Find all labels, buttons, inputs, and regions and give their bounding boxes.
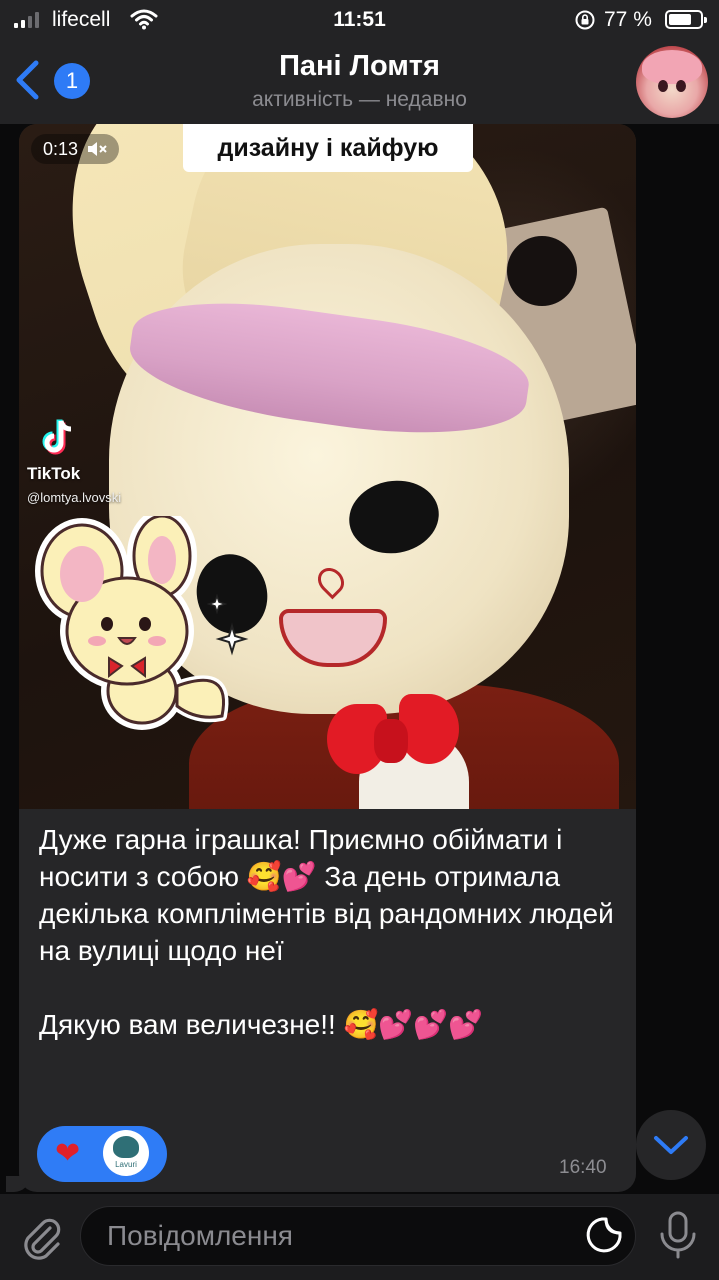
telegram-chat-screen: lifecell 11:51 77 % 1 Пані Ломтя активні… [0, 0, 719, 1280]
scroll-to-bottom-button[interactable] [636, 1110, 706, 1180]
contact-avatar[interactable] [636, 46, 708, 118]
mouse-sticker [35, 516, 249, 730]
chat-area[interactable]: 0:13 дизайну і кайфую TikTok @lomtya.lvo… [0, 124, 719, 1194]
message-bubble[interactable]: 0:13 дизайну і кайфую TikTok @lomtya.lvo… [19, 124, 636, 1192]
mute-icon [88, 142, 107, 156]
reactor-brand: Lavuri [115, 1160, 137, 1169]
chat-header: 1 Пані Ломтя активність — недавно [0, 40, 719, 124]
battery-percent: 77 % [604, 8, 652, 31]
message-input[interactable]: Повідомлення [80, 1206, 636, 1266]
reaction-chip[interactable]: ❤ Lavuri [37, 1126, 167, 1182]
sticker-icon[interactable] [584, 1215, 624, 1255]
rotation-lock-icon [574, 9, 596, 37]
chat-last-seen: активність — недавно [252, 88, 467, 111]
battery-icon [665, 10, 707, 29]
message-input-placeholder: Повідомлення [107, 1220, 293, 1251]
status-bar: lifecell 11:51 77 % [0, 0, 719, 40]
chat-title[interactable]: Пані Ломтя [0, 50, 719, 83]
composer-bar: Повідомлення [0, 1194, 719, 1280]
tiktok-icon [42, 419, 72, 455]
paperclip-icon[interactable] [20, 1214, 62, 1260]
message-time: 16:40 [559, 1157, 607, 1178]
elephant-logo-icon [113, 1136, 139, 1158]
video-duration[interactable]: 0:13 [31, 134, 120, 164]
video-message[interactable]: 0:13 дизайну і кайфую TikTok @lomtya.lvo… [19, 124, 636, 809]
message-text: Дуже гарна іграшка! Приємно обіймати і н… [39, 824, 614, 1040]
tiktok-label: TikTok [27, 464, 81, 483]
tiktok-handle: @lomtya.lvovski [27, 490, 122, 505]
chevron-down-icon [654, 1136, 688, 1154]
reactor-avatar: Lavuri [103, 1130, 149, 1176]
heart-icon: ❤ [55, 1137, 81, 1170]
battery-level [669, 14, 691, 25]
microphone-icon[interactable] [656, 1210, 700, 1260]
video-caption: дизайну і кайфую [183, 124, 473, 172]
